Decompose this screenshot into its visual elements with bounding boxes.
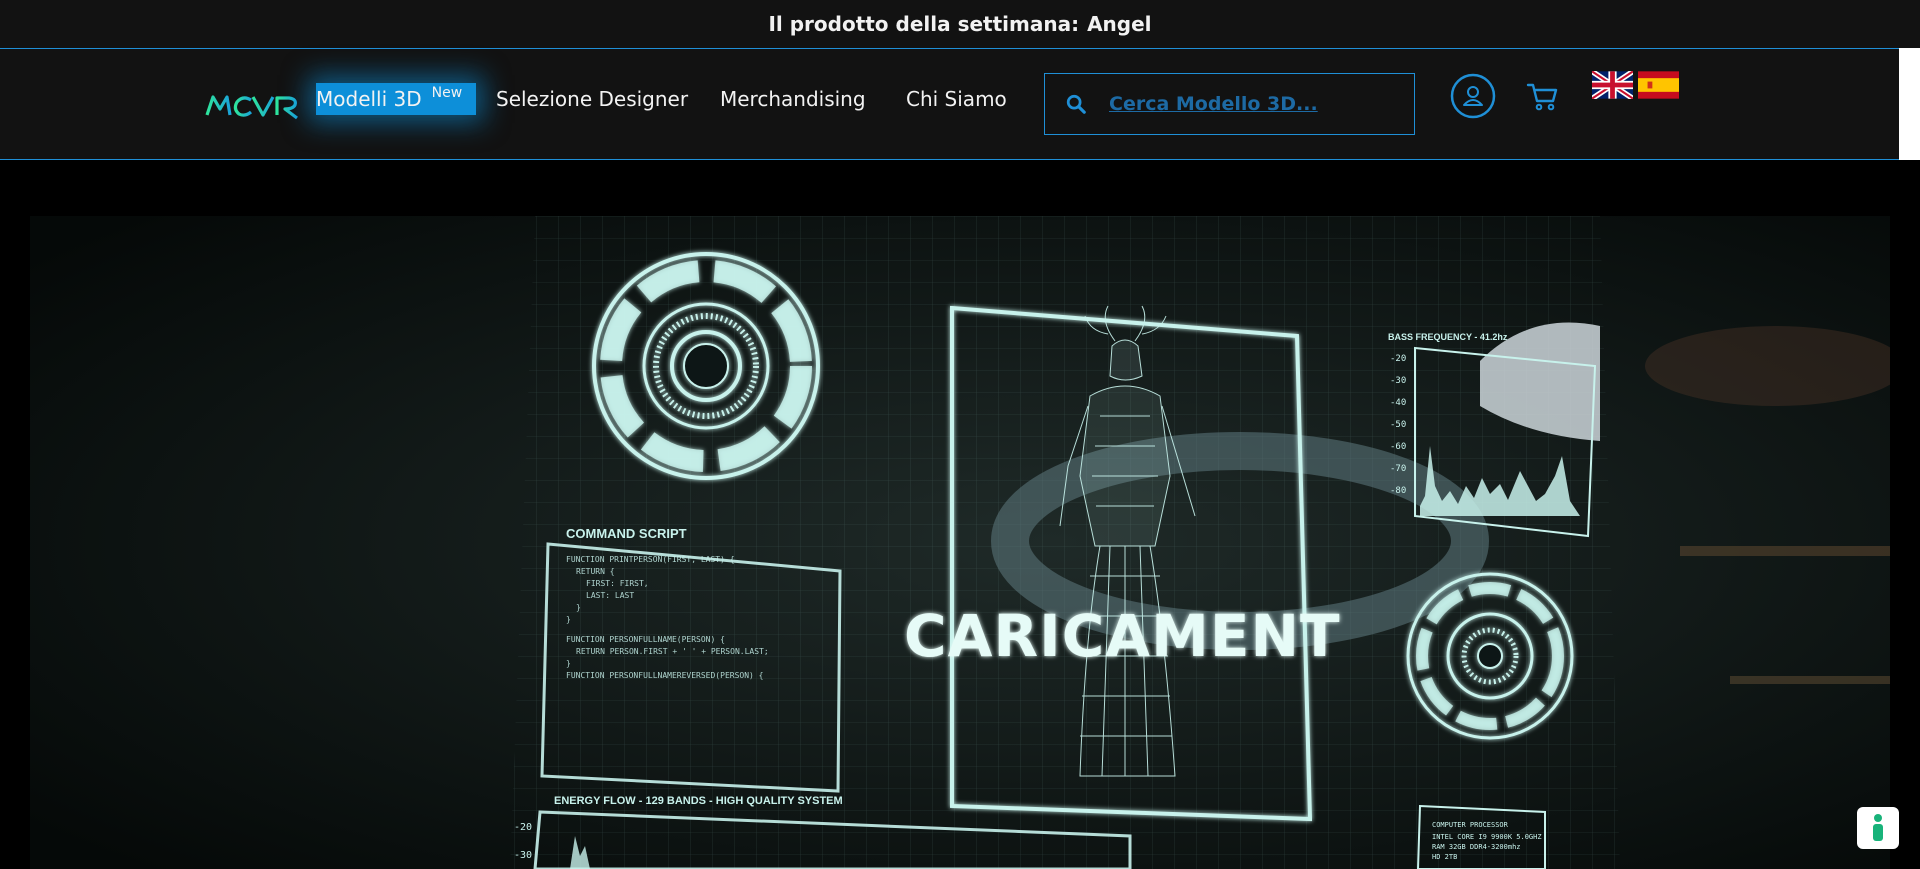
cart-icon[interactable] bbox=[1526, 81, 1558, 113]
search-input[interactable]: Cerca Modello 3D... bbox=[1109, 93, 1318, 115]
site-header: Modelli 3D New Selezione Designer Merchan… bbox=[0, 48, 1899, 160]
code-line: } bbox=[576, 603, 581, 612]
code-line: } bbox=[566, 659, 571, 668]
code-line: FUNCTION PERSONFULLNAME(PERSON) { bbox=[566, 635, 725, 644]
scroll-edge bbox=[1899, 48, 1920, 160]
logo-icon bbox=[205, 95, 298, 120]
accessibility-button[interactable] bbox=[1857, 807, 1899, 849]
energy-tick: -20 bbox=[514, 822, 532, 833]
code-line: FIRST: FIRST, bbox=[586, 579, 649, 588]
nav-selezione-designer[interactable]: Selezione Designer bbox=[496, 83, 688, 115]
hero-headline: CARICAMENT bbox=[904, 602, 1341, 670]
nav-label: Modelli 3D bbox=[316, 87, 422, 111]
bass-tick: -20 bbox=[1390, 354, 1406, 364]
processor-line: RAM 32GB DDR4-3200mhz bbox=[1432, 843, 1521, 851]
bass-tick: -40 bbox=[1390, 398, 1406, 408]
new-badge: New bbox=[431, 85, 463, 101]
energy-tick: -30 bbox=[514, 850, 532, 861]
code-line: RETURN PERSON.FIRST + ' ' + PERSON.LAST; bbox=[576, 647, 769, 656]
nav-chi-siamo[interactable]: Chi Siamo bbox=[906, 83, 1007, 115]
nav-merchandising[interactable]: Merchandising bbox=[720, 83, 866, 115]
featured-product-link[interactable]: Angel bbox=[1087, 12, 1151, 36]
code-line: FUNCTION PRINTPERSON(FIRST, LAST) { bbox=[566, 555, 735, 564]
bass-title: BASS FREQUENCY - 41.2hz bbox=[1388, 332, 1508, 342]
code-line: LAST: LAST bbox=[586, 591, 634, 600]
search-box[interactable]: Cerca Modello 3D... bbox=[1044, 73, 1415, 135]
spain-flag-icon[interactable] bbox=[1638, 71, 1679, 99]
bass-tick: -50 bbox=[1390, 420, 1406, 430]
accessibility-icon bbox=[1873, 814, 1883, 841]
hero-artwork: COMMAND SCRIPT FUNCTION PRINTPERSON(FIRS… bbox=[30, 216, 1890, 869]
processor-line: HD 2TB bbox=[1432, 853, 1457, 861]
bass-tick: -60 bbox=[1390, 442, 1406, 452]
announcement-bar: Il prodotto della settimana: Angel bbox=[0, 0, 1920, 48]
processor-line: INTEL CORE I9 9900K 5.0GHZ bbox=[1432, 833, 1542, 841]
bass-tick: -70 bbox=[1390, 464, 1406, 474]
brand-logo[interactable] bbox=[205, 91, 301, 121]
bass-tick: -30 bbox=[1390, 376, 1406, 386]
nav-modelli-3d[interactable]: Modelli 3D New bbox=[316, 83, 476, 115]
hero-banner: COMMAND SCRIPT FUNCTION PRINTPERSON(FIRS… bbox=[30, 216, 1890, 869]
processor-title: COMPUTER PROCESSOR bbox=[1432, 821, 1509, 829]
announcement-label: Il prodotto della settimana: bbox=[768, 12, 1080, 36]
uk-flag-icon[interactable] bbox=[1592, 71, 1633, 99]
code-line: FUNCTION PERSONFULLNAMEREVERSED(PERSON) … bbox=[566, 671, 763, 680]
code-line: } bbox=[566, 615, 571, 624]
energy-title: ENERGY FLOW - 129 BANDS - HIGH QUALITY S… bbox=[554, 795, 843, 807]
code-line: RETURN { bbox=[576, 567, 615, 576]
user-circle-icon[interactable] bbox=[1450, 73, 1496, 119]
bass-tick: -80 bbox=[1390, 486, 1406, 496]
search-icon bbox=[1066, 94, 1086, 114]
command-title: COMMAND SCRIPT bbox=[566, 526, 687, 541]
